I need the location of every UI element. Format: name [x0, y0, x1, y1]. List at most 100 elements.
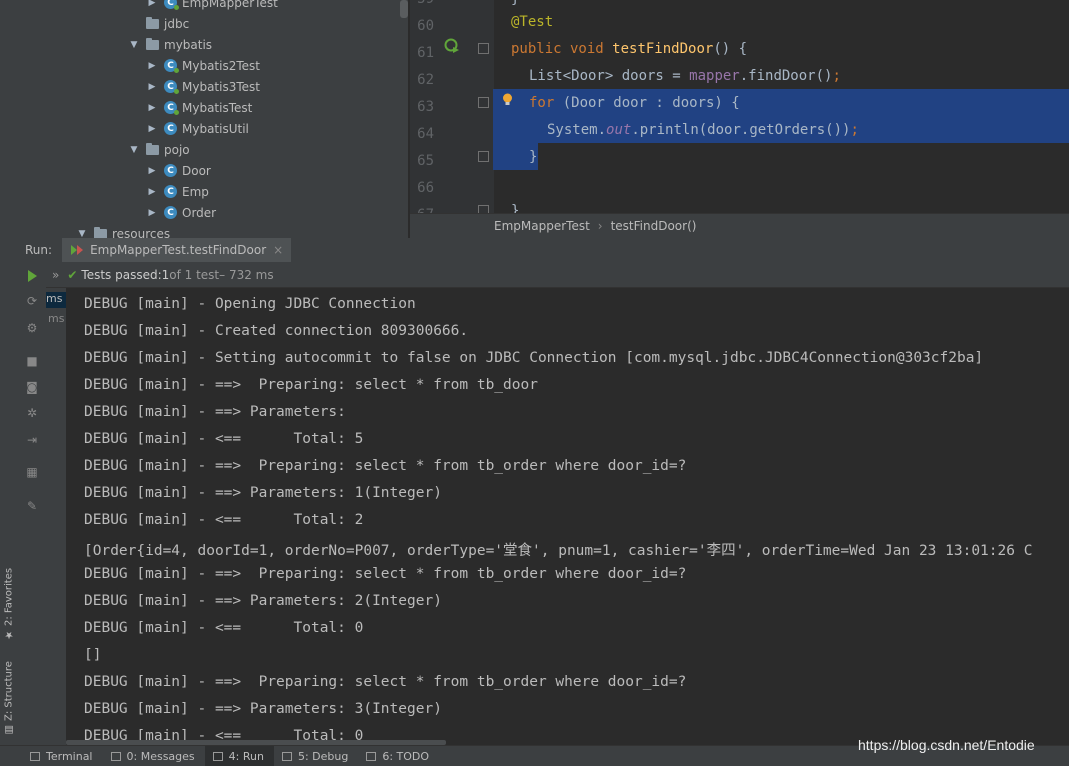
test-results-tree[interactable]: ms ms [46, 288, 66, 745]
expand-icon[interactable]: » [52, 268, 59, 282]
console-line: DEBUG [main] - <== Total: 2 [84, 512, 364, 528]
project-tree: ▶ C EmpMapperTest jdbc ▼ mybatis ▶ C Mybatis2Tes… [18, 0, 408, 238]
console-line: DEBUG [main] - <== Total: 5 [84, 431, 364, 447]
chevron-right-icon[interactable]: ▶ [146, 208, 158, 218]
chevron-right-icon[interactable]: ▶ [146, 0, 158, 8]
settings-icon[interactable]: ✲ [24, 405, 40, 421]
bottom-tab-todo[interactable]: 6: TODO [358, 746, 439, 766]
tree-item-label: EmpMapperTest [182, 0, 278, 10]
pin-icon[interactable]: ✎ [24, 498, 40, 514]
tree-item[interactable]: ▶ C Mybatis2Test [146, 55, 260, 76]
console-line: DEBUG [main] - ==> Parameters: [84, 404, 355, 420]
class-icon: C [164, 206, 177, 219]
line-number: 63 [417, 99, 434, 115]
fold-marker-icon[interactable] [478, 151, 489, 162]
bottom-tab-label: 0: Messages [126, 749, 195, 763]
fold-marker-icon[interactable] [478, 97, 489, 108]
status-prefix: Tests passed: [81, 267, 162, 282]
tree-item[interactable]: ▶ C Emp [146, 181, 209, 202]
test-duration: ms [46, 292, 66, 308]
bottom-tab-label: 6: TODO [382, 749, 430, 763]
tree-scrollbar[interactable] [400, 0, 408, 18]
tree-item-label: mybatis [164, 37, 213, 52]
console-line: DEBUG [main] - ==> Preparing: select * f… [84, 377, 538, 393]
status-rest: of 1 test [169, 267, 220, 282]
test-duration: ms [48, 312, 65, 325]
fold-marker-icon[interactable] [478, 205, 489, 213]
run-tab[interactable]: EmpMapperTest.testFindDoor × [62, 238, 292, 262]
bottom-tab-label: Terminal [46, 749, 93, 763]
console-line: DEBUG [main] - ==> Parameters: 1(Integer… [84, 485, 442, 501]
test-status-bar: » ✔ Tests passed: 1 of 1 test – 732 ms [46, 262, 1069, 288]
tree-item[interactable]: jdbc [128, 13, 189, 34]
exit-icon[interactable]: ⇥ [24, 432, 40, 448]
favorites-tab[interactable]: ★ 2: Favorites [1, 560, 17, 640]
tree-item[interactable]: ▼ mybatis [128, 34, 212, 55]
stop-icon[interactable]: ■ [24, 353, 40, 369]
status-time: – 732 ms [219, 267, 274, 282]
run-tab-label: EmpMapperTest.testFindDoor [90, 243, 267, 257]
chevron-down-icon[interactable]: ▼ [128, 40, 140, 50]
folder-icon [146, 142, 159, 155]
chevron-down-icon[interactable]: ▼ [76, 229, 88, 239]
code-line-65: } [529, 149, 538, 165]
class-icon: C [164, 59, 179, 73]
tree-item[interactable]: ▼ resources [76, 223, 170, 238]
bottom-tab-label: 5: Debug [297, 749, 349, 763]
todo-icon [366, 751, 377, 761]
chevron-right-icon[interactable]: ▶ [146, 124, 158, 134]
tree-item[interactable]: ▶ C EmpMapperTest [146, 0, 278, 13]
line-number: 59 [410, 0, 434, 7]
bottom-tab-messages[interactable]: 0: Messages [103, 746, 205, 766]
console-line: [] [84, 647, 102, 663]
tree-item[interactable]: ▶ C Door [146, 160, 211, 181]
code-line-64: System.out.println(door.getOrders()); [547, 122, 859, 138]
rerun-icon[interactable] [24, 268, 40, 284]
toggle-auto-test-icon[interactable]: ⚙ [24, 320, 40, 336]
tree-item[interactable]: ▶ C Order [146, 202, 217, 223]
close-icon[interactable]: × [273, 243, 283, 257]
chevron-right-icon[interactable]: ▶ [146, 61, 158, 71]
code-line-61: public void testFindDoor() { [511, 41, 748, 57]
class-icon: C [164, 185, 177, 198]
chevron-down-icon[interactable]: ▼ [128, 145, 140, 155]
breadcrumb-method[interactable]: testFindDoor() [611, 219, 697, 233]
messages-icon [110, 751, 121, 761]
run-test-icon[interactable] [444, 38, 460, 54]
tree-item[interactable]: ▼ pojo [128, 139, 190, 160]
bottom-tab-run[interactable]: 4: Run [204, 746, 274, 766]
chevron-right-icon[interactable]: ▶ [146, 103, 158, 113]
tree-item[interactable]: ▶ C MybatisUtil [146, 118, 249, 139]
console-line: DEBUG [main] - ==> Preparing: select * f… [84, 674, 687, 690]
console-output[interactable]: DEBUG [main] - Opening JDBC Connection DE… [66, 288, 1069, 745]
class-icon: C [164, 80, 179, 94]
tree-item-label: jdbc [164, 16, 190, 31]
breadcrumb-class[interactable]: EmpMapperTest [494, 219, 590, 233]
code-line-67: } [511, 203, 520, 213]
code-editor[interactable]: 596061626364656667 } @Test public void t… [410, 0, 1069, 213]
bottom-tab-terminal[interactable]: Terminal [22, 746, 103, 766]
line-number: 64 [417, 126, 434, 142]
structure-tab[interactable]: ▤ Z: Structure [1, 655, 17, 735]
lightbulb-icon[interactable] [502, 93, 513, 106]
tree-item[interactable]: ▶ C MybatisTest [146, 97, 252, 118]
camera-icon[interactable]: ◙ [24, 379, 40, 395]
class-icon: C [164, 164, 177, 177]
run-label: Run: [25, 243, 53, 257]
console-line: DEBUG [main] - Setting autocommit to fal… [84, 350, 984, 366]
tree-item-label: pojo [164, 142, 190, 157]
favorites-tab-label: 2: Favorites [3, 567, 15, 626]
line-number: 62 [417, 72, 434, 88]
tree-item-label: MybatisUtil [182, 121, 249, 136]
test-config-icon [71, 245, 84, 255]
chevron-right-icon[interactable]: ▶ [146, 187, 158, 197]
star-icon: ★ [3, 629, 15, 640]
tree-item[interactable]: ▶ C Mybatis3Test [146, 76, 260, 97]
chevron-right-icon[interactable]: ▶ [146, 82, 158, 92]
chevron-right-icon[interactable]: ▶ [146, 166, 158, 176]
breadcrumb: EmpMapperTest › testFindDoor() [410, 213, 1069, 238]
rerun-failed-icon[interactable]: ⟳ [24, 293, 40, 309]
bottom-tab-debug[interactable]: 5: Debug [274, 746, 358, 766]
fold-marker-icon[interactable] [478, 43, 489, 54]
layout-icon[interactable]: ▦ [24, 464, 40, 480]
